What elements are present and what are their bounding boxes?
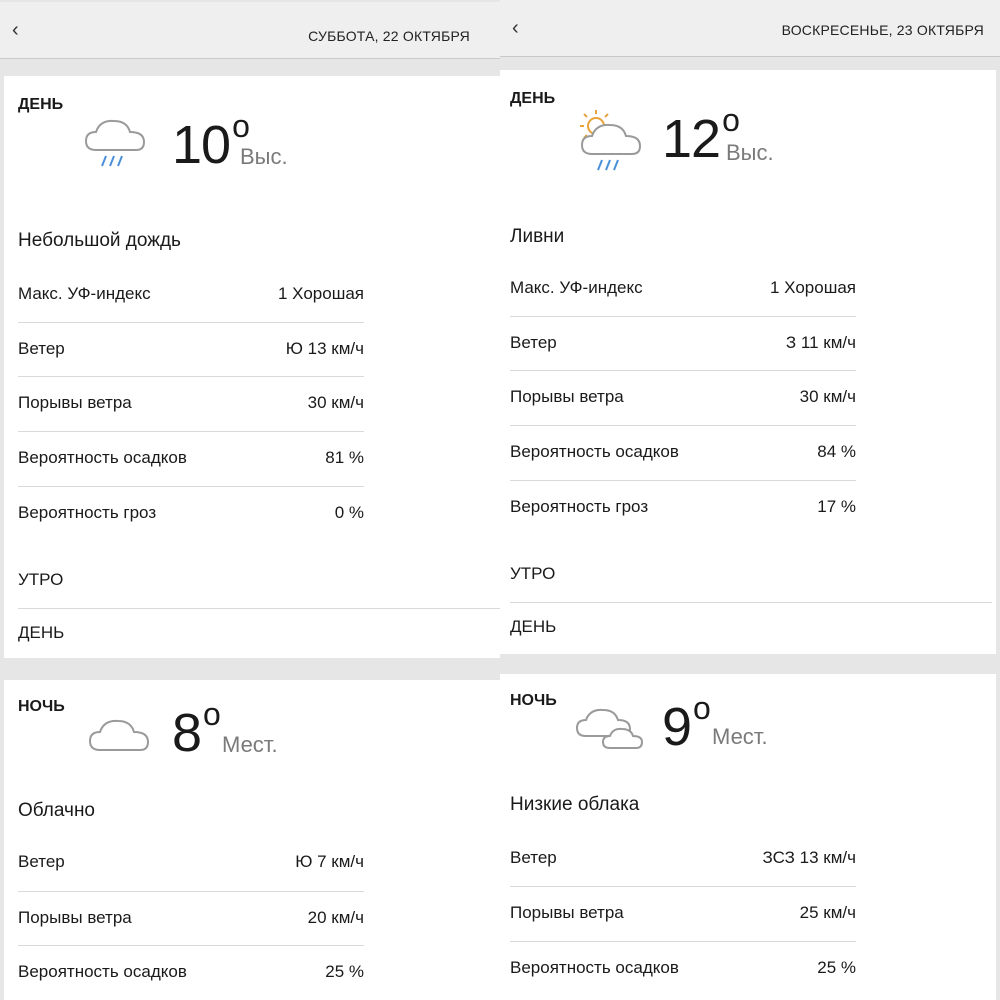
period-label: НОЧЬ <box>510 692 557 709</box>
detail-value: 81 % <box>325 448 364 467</box>
detail-label: Порывы ветра <box>18 393 132 412</box>
section-day[interactable]: ДЕНЬ <box>510 602 992 653</box>
detail-value: 1 Хорошая <box>278 284 364 303</box>
chevron-left-icon[interactable]: ‹ <box>512 16 536 40</box>
period-label: ДЕНЬ <box>510 90 556 107</box>
detail-row: Вероятность гроз 0 % <box>18 486 364 541</box>
detail-value: З 11 км/ч <box>785 333 856 352</box>
temperature: 10o <box>172 108 250 175</box>
temperature-label: Мест. <box>712 724 768 749</box>
detail-row: Порывы ветра 30 км/ч <box>18 376 364 431</box>
condition-text: Небольшой дождь <box>18 230 181 251</box>
temperature: 8o <box>172 696 221 763</box>
header-bar: ‹ ВОСКРЕСЕНЬЕ, 23 ОКТЯБРЯ <box>500 0 1000 57</box>
clouds-icon <box>575 708 644 749</box>
temperature-label: Выс. <box>726 140 774 165</box>
section-morning[interactable]: УТРО <box>18 556 500 606</box>
detail-value: 30 км/ч <box>307 393 364 412</box>
detail-value: 84 % <box>817 442 856 461</box>
temperature-label: Мест. <box>222 732 278 757</box>
detail-label: Вероятность осадков <box>18 962 187 981</box>
detail-label: Порывы ветра <box>510 903 624 922</box>
sun-cloud-rain-icon <box>580 110 642 171</box>
detail-label: Вероятность осадков <box>510 958 679 977</box>
detail-label: Вероятность осадков <box>510 442 679 461</box>
detail-row: Ветер Ю 7 км/ч <box>18 836 364 890</box>
detail-label: Ветер <box>18 339 65 358</box>
detail-row: Ветер З 11 км/ч <box>510 316 856 371</box>
section-day[interactable]: ДЕНЬ <box>18 608 500 659</box>
detail-row: Порывы ветра 20 км/ч <box>18 891 364 946</box>
detail-value: 25 % <box>325 962 364 981</box>
detail-row: Вероятность осадков 81 % <box>18 431 364 486</box>
detail-row: Ветер ЗСЗ 13 км/ч <box>510 832 856 886</box>
header-bar: ‹ СУББОТА, 22 ОКТЯБРЯ <box>0 2 500 59</box>
detail-label: Порывы ветра <box>18 908 132 927</box>
detail-row: Макс. УФ-индекс 1 Хорошая <box>18 268 364 322</box>
temperature: 9o <box>662 690 711 757</box>
detail-label: Ветер <box>18 852 65 871</box>
detail-row: Макс. УФ-индекс 1 Хорошая <box>510 262 856 316</box>
temperature-label: Выс. <box>240 144 288 169</box>
condition-text: Ливни <box>510 226 565 247</box>
detail-row: Вероятность осадков 84 % <box>510 425 856 480</box>
detail-value: Ю 7 км/ч <box>295 852 364 871</box>
detail-row: Порывы ветра 25 км/ч <box>510 886 856 941</box>
detail-row: Вероятность осадков 25 % <box>18 945 364 1000</box>
condition-text: Облачно <box>18 800 96 821</box>
detail-label: Вероятность гроз <box>18 503 157 522</box>
detail-value: ЗСЗ 13 км/ч <box>762 848 857 867</box>
detail-row: Порывы ветра 30 км/ч <box>510 370 856 425</box>
chevron-left-icon[interactable]: ‹ <box>12 18 36 42</box>
detail-label: Макс. УФ-индекс <box>510 278 643 297</box>
detail-row: Ветер Ю 13 км/ч <box>18 322 364 377</box>
section-morning[interactable]: УТРО <box>510 550 992 600</box>
detail-value: 17 % <box>817 497 856 516</box>
date-title: СУББОТА, 22 ОКТЯБРЯ <box>308 28 470 44</box>
condition-text: Низкие облака <box>510 794 640 815</box>
detail-row: Вероятность осадков 25 % <box>510 941 856 996</box>
detail-value: 0 % <box>334 503 364 522</box>
detail-value: Ю 13 км/ч <box>285 339 364 358</box>
section-title: ДЕНЬ <box>510 617 557 636</box>
section-title: ДЕНЬ <box>18 623 65 642</box>
day-forecast-card: ДЕНЬ 10o Выс. Небольшой дождь Макс. УФ-и… <box>4 76 500 658</box>
detail-label: Вероятность гроз <box>510 497 649 516</box>
detail-label: Ветер <box>510 848 557 867</box>
night-forecast-card: НОЧЬ 9o Мест. Низкие облака Ветер ЗСЗ 13… <box>500 674 996 1000</box>
cloud-rain-icon <box>84 119 146 167</box>
date-title: ВОСКРЕСЕНЬЕ, 23 ОКТЯБРЯ <box>781 22 984 38</box>
period-label: НОЧЬ <box>18 698 65 715</box>
period-label: ДЕНЬ <box>18 96 64 113</box>
detail-row: Вероятность гроз 17 % <box>510 480 856 535</box>
detail-label: Вероятность осадков <box>18 448 187 467</box>
detail-value: 25 % <box>817 958 856 977</box>
day-column-sunday: ‹ ВОСКРЕСЕНЬЕ, 23 ОКТЯБРЯ ДЕНЬ 12o Выс. … <box>500 0 1000 1000</box>
section-title: УТРО <box>510 564 556 583</box>
day-column-saturday: ‹ СУББОТА, 22 ОКТЯБРЯ ДЕНЬ 10o Выс. Небо… <box>0 0 500 1000</box>
detail-label: Порывы ветра <box>510 387 624 406</box>
day-forecast-card: ДЕНЬ 12o Выс. Ливни Макс. УФ-индекс 1 Хо… <box>500 70 996 654</box>
detail-value: 20 км/ч <box>307 908 364 927</box>
night-forecast-card: НОЧЬ 8o Мест. Облачно Ветер Ю 7 км/ч Пор… <box>4 680 500 1000</box>
detail-value: 25 км/ч <box>799 903 856 922</box>
detail-value: 30 км/ч <box>799 387 856 406</box>
detail-label: Макс. УФ-индекс <box>18 284 151 303</box>
detail-label: Ветер <box>510 333 557 352</box>
detail-value: 1 Хорошая <box>770 278 856 297</box>
section-title: УТРО <box>18 570 64 589</box>
cloud-icon <box>88 719 150 751</box>
